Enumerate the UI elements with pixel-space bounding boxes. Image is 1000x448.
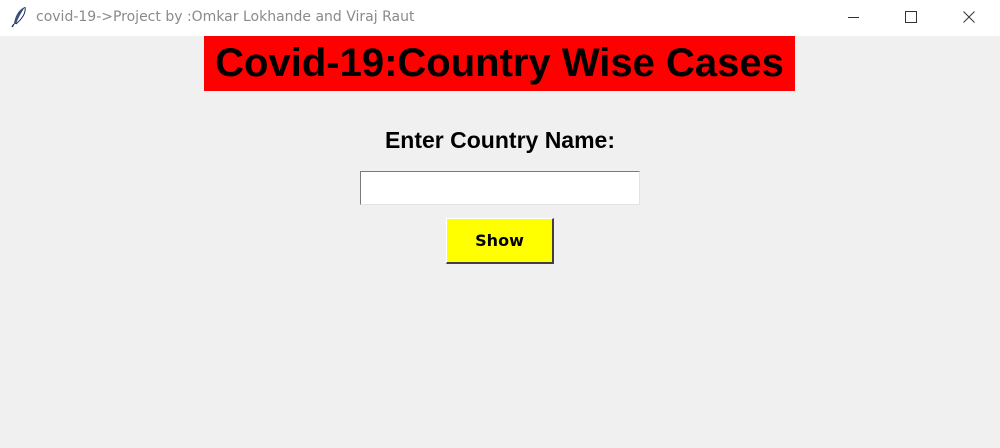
show-button[interactable]: Show	[446, 218, 554, 264]
app-window: covid-19->Project by :Omkar Lokhande and…	[0, 0, 1000, 448]
feather-icon	[10, 6, 30, 28]
country-name-input[interactable]	[360, 171, 640, 205]
maximize-icon[interactable]	[882, 0, 940, 36]
minimize-icon[interactable]	[825, 0, 883, 36]
country-name-label: Enter Country Name:	[384, 127, 616, 153]
title-bar[interactable]: covid-19->Project by :Omkar Lokhande and…	[0, 0, 1000, 36]
window-title: covid-19->Project by :Omkar Lokhande and…	[36, 9, 415, 25]
page-title: Covid-19:Country Wise Cases	[204, 36, 795, 91]
close-icon[interactable]	[940, 0, 998, 36]
